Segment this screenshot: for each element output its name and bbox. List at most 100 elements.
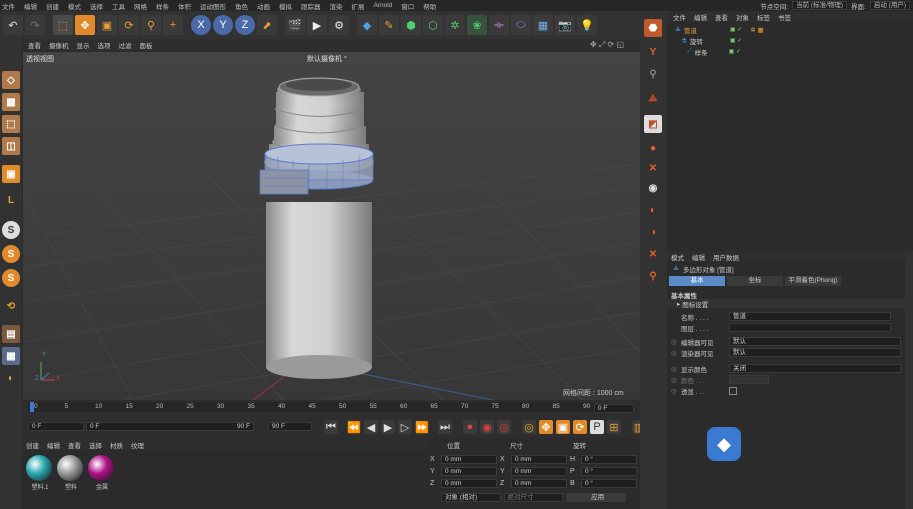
attribute-menu-item[interactable]: 用户数据: [713, 252, 739, 262]
material-menu-item[interactable]: 创建: [26, 440, 39, 450]
material-menu-item[interactable]: 纹理: [131, 440, 144, 450]
prev-key-icon[interactable]: ⏪: [347, 420, 361, 434]
object-row[interactable]: ⟋ 样条 ▣ ✓: [667, 46, 913, 57]
view-menu-item[interactable]: 过滤: [119, 40, 132, 50]
render-visible-select[interactable]: 默认: [729, 348, 901, 357]
transparent-checkbox[interactable]: [729, 386, 737, 395]
menu-item[interactable]: 运动图形: [200, 1, 226, 11]
view-menu-item[interactable]: 摄像机: [49, 40, 69, 50]
object-menu-item[interactable]: 书签: [778, 12, 791, 22]
redo-icon[interactable]: ↷: [25, 15, 45, 35]
material-menu-item[interactable]: 编辑: [47, 440, 60, 450]
rotate-icon[interactable]: ⟳: [119, 15, 139, 35]
key-rotate-icon[interactable]: ⟳: [573, 420, 587, 434]
material-menu-item[interactable]: 查看: [68, 440, 81, 450]
field-input[interactable]: 管道: [729, 312, 891, 321]
model-mode-icon[interactable]: ⚲: [141, 15, 161, 35]
menu-item[interactable]: 创建: [46, 1, 59, 11]
cut-icon[interactable]: ●: [644, 139, 662, 157]
view-menu-item[interactable]: 面板: [140, 40, 153, 50]
make-editable-icon[interactable]: ◇: [2, 71, 20, 89]
coord-field[interactable]: 0 °: [581, 454, 637, 464]
edges-mode-icon[interactable]: ◫: [2, 137, 20, 155]
key-param-icon[interactable]: P: [590, 420, 604, 434]
next-frame-icon[interactable]: ▷: [398, 420, 412, 434]
menu-item[interactable]: 选择: [90, 1, 103, 11]
end-frame-field[interactable]: 90 F: [268, 422, 312, 431]
menu-item[interactable]: 渲染: [330, 1, 343, 11]
snap-settings-icon[interactable]: S: [2, 245, 20, 263]
view-menu-item[interactable]: 显示: [77, 40, 90, 50]
sphere-icon[interactable]: ◉: [644, 179, 662, 197]
coord-field[interactable]: 0 °: [581, 466, 637, 476]
key-position-icon[interactable]: ◎: [522, 420, 536, 434]
object-menu-item[interactable]: 文件: [673, 12, 686, 22]
bevel-icon[interactable]: ⟁: [644, 89, 662, 107]
weld-icon[interactable]: ✕: [644, 159, 662, 177]
undo-icon[interactable]: ↶: [3, 15, 23, 35]
attribute-menu-item[interactable]: 模式: [671, 252, 684, 262]
node-space-select[interactable]: 当前 (标准/物理): [792, 1, 848, 10]
coord-field[interactable]: 0 mm: [441, 454, 497, 464]
attribute-tab[interactable]: 基本: [669, 276, 725, 286]
snap-icon[interactable]: S: [2, 221, 20, 239]
workplane-icon[interactable]: ▤: [2, 325, 20, 343]
extrude-icon[interactable]: ⬡: [423, 15, 443, 35]
magnet-icon[interactable]: ⚲: [644, 267, 662, 285]
floor-icon[interactable]: ▦: [533, 15, 553, 35]
record-icon[interactable]: ●: [463, 420, 477, 434]
pen-icon[interactable]: ✎: [379, 15, 399, 35]
coord-mode-select[interactable]: 对象 (相对): [441, 493, 501, 502]
next-key-icon[interactable]: ⏩: [415, 420, 429, 434]
editor-visible-select[interactable]: 默认: [729, 337, 901, 346]
menu-item[interactable]: Arnold: [374, 2, 393, 9]
render-picture-icon[interactable]: ▶: [307, 15, 327, 35]
object-menu-item[interactable]: 编辑: [694, 12, 707, 22]
size-mode-select[interactable]: 绝对尺寸: [503, 493, 564, 502]
coord-field[interactable]: 0 mm: [441, 478, 497, 488]
min-frame-field[interactable]: 0 F 90 F: [86, 422, 254, 431]
selected-ring[interactable]: [259, 143, 374, 195]
attribute-tab[interactable]: 坐标: [727, 276, 783, 286]
quantize-icon[interactable]: S: [2, 269, 20, 287]
locked-workplane-icon[interactable]: ⟲: [2, 297, 20, 315]
grid-icon[interactable]: ▦: [2, 347, 20, 365]
menu-item[interactable]: 帮助: [423, 1, 436, 11]
menu-item[interactable]: 窗口: [401, 1, 414, 11]
auto-key-icon[interactable]: ◉: [480, 420, 494, 434]
menu-item[interactable]: 样条: [156, 1, 169, 11]
material-menu-item[interactable]: 选择: [89, 440, 102, 450]
spline-tool-icon[interactable]: ⚲: [644, 65, 662, 83]
coord-system-icon[interactable]: ⬈: [257, 15, 277, 35]
knife-icon[interactable]: ✕: [644, 245, 662, 263]
cube-icon[interactable]: ◆: [357, 15, 377, 35]
menu-item[interactable]: 文件: [2, 1, 15, 11]
mograph-icon[interactable]: ❀: [467, 15, 487, 35]
add-icon[interactable]: +: [163, 15, 183, 35]
coord-field[interactable]: 0 °: [581, 478, 637, 488]
menu-item[interactable]: 工具: [112, 1, 125, 11]
menu-item[interactable]: 跟踪器: [301, 1, 321, 11]
polygons-mode-icon[interactable]: ▣: [2, 165, 20, 183]
icon-settings-toggle[interactable]: ▸ 图标设置: [667, 299, 905, 309]
menu-item[interactable]: 角色: [235, 1, 248, 11]
light-icon[interactable]: 💡: [577, 15, 597, 35]
material-menu-item[interactable]: 材质: [110, 440, 123, 450]
timeline-ruler[interactable]: 0 5 10 15 20 25 30 35 40 45 50 55 60 65 70 75 80 85 90: [28, 402, 594, 412]
cloner-icon[interactable]: ✲: [445, 15, 465, 35]
keyframe-icon[interactable]: ◎: [497, 420, 511, 434]
prev-frame-icon[interactable]: ◀: [364, 420, 378, 434]
render-settings-icon[interactable]: ⚙: [329, 15, 349, 35]
current-frame-field[interactable]: 0 F: [594, 404, 634, 413]
subdivision-icon[interactable]: ⬢: [401, 15, 421, 35]
paint-tool-icon[interactable]: ◩: [644, 115, 662, 133]
menu-item[interactable]: 体积: [178, 1, 191, 11]
y-axis-icon[interactable]: Y: [213, 15, 233, 35]
menu-item[interactable]: 模式: [68, 1, 81, 11]
axis-mode-icon[interactable]: L: [2, 191, 20, 209]
coord-field[interactable]: 0 mm: [511, 466, 567, 476]
z-axis-icon[interactable]: Z: [235, 15, 255, 35]
menu-item[interactable]: 网格: [134, 1, 147, 11]
display-color-select[interactable]: 关闭: [729, 364, 901, 373]
goto-start-icon[interactable]: ⏮: [324, 420, 338, 434]
